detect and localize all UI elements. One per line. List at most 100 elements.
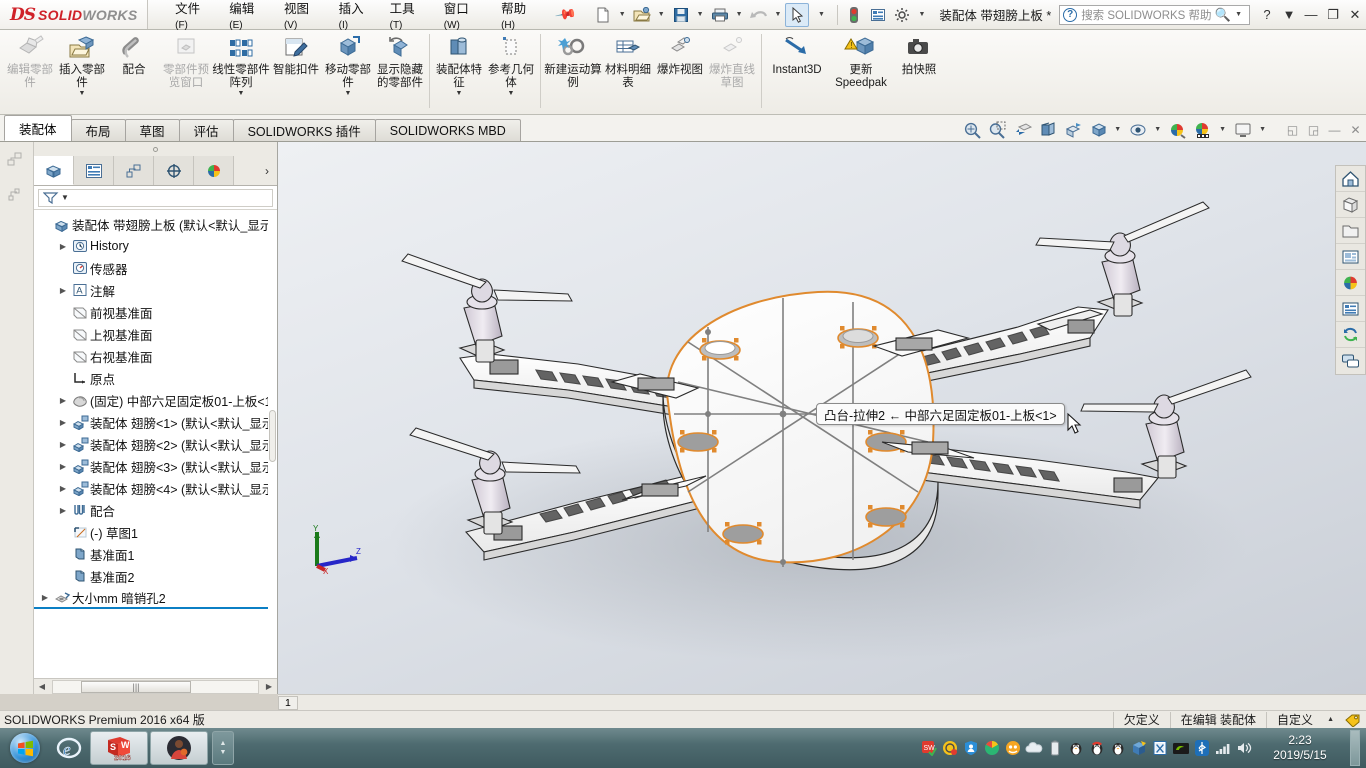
select-icon[interactable] (785, 2, 810, 27)
undo-dropdown[interactable]: ▼ (771, 11, 786, 18)
command-insert-component[interactable]: 插入零部件 ▼ (56, 32, 108, 110)
360-browser-icon[interactable] (981, 729, 1002, 767)
excel-tray-icon[interactable] (1149, 729, 1170, 767)
graphics-viewport[interactable]: 凸台-拉伸2 ← 中部六足固定板01-上板<1> Y Z X (278, 142, 1366, 694)
more-tabs-arrow[interactable]: › (234, 156, 277, 185)
pin-icon[interactable]: 📌 (554, 3, 578, 27)
configuration-manager-tab[interactable] (114, 156, 154, 185)
dimxpert-manager-tab[interactable] (154, 156, 194, 185)
help-dropdown[interactable]: ▼ (1278, 3, 1300, 27)
view-settings-dropdown[interactable]: ▼ (1255, 126, 1270, 133)
appearances-icon[interactable] (1336, 270, 1365, 296)
command-dropdown-arrow[interactable]: ▼ (79, 90, 86, 97)
command-new-motion-study[interactable]: 新建运动算例 (544, 32, 602, 110)
start-button[interactable] (0, 729, 50, 767)
tree-item-history[interactable]: ▶ History (34, 235, 277, 257)
document-minimize-button[interactable]: — (1324, 119, 1345, 141)
command-instant3d[interactable]: Instant3D (765, 32, 829, 110)
print-icon[interactable] (708, 3, 732, 27)
view-settings-icon[interactable] (1230, 118, 1255, 141)
tab-evaluate[interactable]: 评估 (178, 119, 234, 141)
zoom-to-fit-icon[interactable] (960, 118, 985, 141)
apply-scene-icon[interactable] (1190, 118, 1215, 141)
flyout-tree-icon[interactable] (0, 142, 34, 176)
file-explorer-icon[interactable] (1336, 218, 1365, 244)
tree-item-fixed-part[interactable]: ▶ (固定) 中部六足固定板01-上板<1> ( (34, 389, 277, 411)
select-dropdown[interactable]: ▼ (809, 3, 833, 27)
command-smart-fastener[interactable]: 智能扣件 (270, 32, 322, 110)
scroll-left-arrow[interactable]: ◀ (34, 682, 50, 691)
expand-arrow[interactable]: ▶ (56, 484, 70, 493)
edit-appearance-icon[interactable] (1165, 118, 1190, 141)
tree-item-top-plane[interactable]: 上视基准面 (34, 323, 277, 345)
open-document-dropdown[interactable]: ▼ (654, 11, 669, 18)
comments-icon[interactable] (1336, 348, 1365, 374)
home-icon[interactable] (1336, 166, 1365, 192)
tree-item-subassembly-4[interactable]: ▶ 装配体 翅膀<4> (默认<默认_显示状 (34, 477, 277, 499)
command-update-speedpak[interactable]: ! 更新 Speedpak (829, 32, 893, 110)
command-bom[interactable]: 材料明细表 (602, 32, 654, 110)
expand-arrow[interactable]: ▶ (56, 462, 70, 471)
photo-task-button[interactable] (150, 731, 208, 765)
tree-item-assembly-root[interactable]: 装配体 带翅膀上板 (默认<默认_显示状态 (34, 213, 277, 235)
previous-view-icon[interactable] (1010, 118, 1035, 141)
tab-solidworks-mbd[interactable]: SOLIDWORKS MBD (374, 119, 521, 141)
tree-horizontal-scrollbar[interactable]: ||| (52, 679, 259, 694)
qq-penguin-red-icon[interactable] (1086, 729, 1107, 767)
scroll-up-arrow[interactable]: ▲ (220, 739, 227, 748)
tree-item-subassembly-1[interactable]: ▶ 装配体 翅膀<1> (默认<默认_显示状 (34, 411, 277, 433)
flyout-config-icon[interactable] (0, 176, 34, 210)
tab-solidworks-addins[interactable]: SOLIDWORKS 插件 (232, 119, 376, 141)
tree-item-hole-wizard[interactable]: ▶ 大小mm 暗销孔2 (34, 587, 277, 609)
expand-arrow[interactable]: ▶ (56, 506, 70, 515)
solidworks-tray-icon[interactable]: SW (918, 729, 939, 767)
gear-icon[interactable] (890, 3, 914, 27)
open-document-icon[interactable] (630, 3, 654, 27)
units-dropdown[interactable]: ▲ (1323, 716, 1340, 723)
scroll-right-arrow[interactable]: ▶ (261, 682, 277, 691)
rebuild-icon[interactable] (1336, 322, 1365, 348)
command-snapshot[interactable]: 拍快照 (893, 32, 945, 110)
tree-item-plane1[interactable]: 基准面1 (34, 543, 277, 565)
custom-properties-icon[interactable] (1336, 296, 1365, 322)
custom-units[interactable]: 自定义 (1266, 711, 1323, 728)
command-reference-geometry[interactable]: 参考几何体 ▼ (485, 32, 537, 110)
command-dropdown-arrow[interactable]: ▼ (456, 90, 463, 97)
new-document-icon[interactable] (591, 3, 615, 27)
command-dropdown-arrow[interactable]: ▼ (508, 90, 515, 97)
display-style-icon[interactable] (1085, 118, 1110, 141)
search-icon[interactable]: 🔍 (1215, 7, 1231, 23)
bluetooth-icon[interactable] (1191, 729, 1212, 767)
scroll-down-arrow[interactable]: ▼ (220, 748, 227, 757)
parts-library-icon[interactable] (1336, 192, 1365, 218)
taskbar-clock[interactable]: 2:23 2019/5/15 (1254, 733, 1346, 763)
command-edit-component[interactable]: 编辑零部件 (4, 32, 56, 110)
tile-right-button[interactable]: ◲ (1303, 119, 1324, 141)
save-icon[interactable] (669, 3, 693, 27)
tree-item-plane2[interactable]: 基准面2 (34, 565, 277, 587)
qq-penguin-icon[interactable] (1107, 729, 1128, 767)
command-explode-line-sketch[interactable]: 爆炸直线草图 (706, 32, 758, 110)
expand-arrow[interactable]: ▶ (38, 593, 52, 602)
expand-arrow[interactable]: ▶ (56, 418, 70, 427)
tree-scroll-thumb[interactable] (269, 410, 276, 462)
property-manager-tab[interactable] (74, 156, 114, 185)
minimize-button[interactable]: — (1300, 3, 1322, 27)
new-document-dropdown[interactable]: ▼ (615, 11, 630, 18)
tree-item-annotations[interactable]: ▶ A 注解 (34, 279, 277, 301)
tree-item-sketch1[interactable]: (-) 草图1 (34, 521, 277, 543)
expand-arrow[interactable]: ▶ (56, 440, 70, 449)
qq-penguin-icon[interactable] (1065, 729, 1086, 767)
traffic-light-icon[interactable] (842, 3, 866, 27)
options-list-icon[interactable] (866, 3, 890, 27)
gear-dropdown[interactable]: ▼ (914, 11, 929, 18)
tab-layout[interactable]: 布局 (70, 119, 126, 141)
zoom-to-area-icon[interactable] (985, 118, 1010, 141)
tree-item-front-plane[interactable]: 前视基准面 (34, 301, 277, 323)
battery-icon[interactable] (1044, 729, 1065, 767)
display-manager-tab[interactable] (194, 156, 234, 185)
solidworks-task-button[interactable]: S W 2016 (90, 731, 148, 765)
command-exploded-view[interactable]: 爆炸视图 (654, 32, 706, 110)
command-dropdown-arrow[interactable]: ▼ (345, 90, 352, 97)
command-show-hidden-components[interactable]: 显示隐藏的零部件 (374, 32, 426, 110)
